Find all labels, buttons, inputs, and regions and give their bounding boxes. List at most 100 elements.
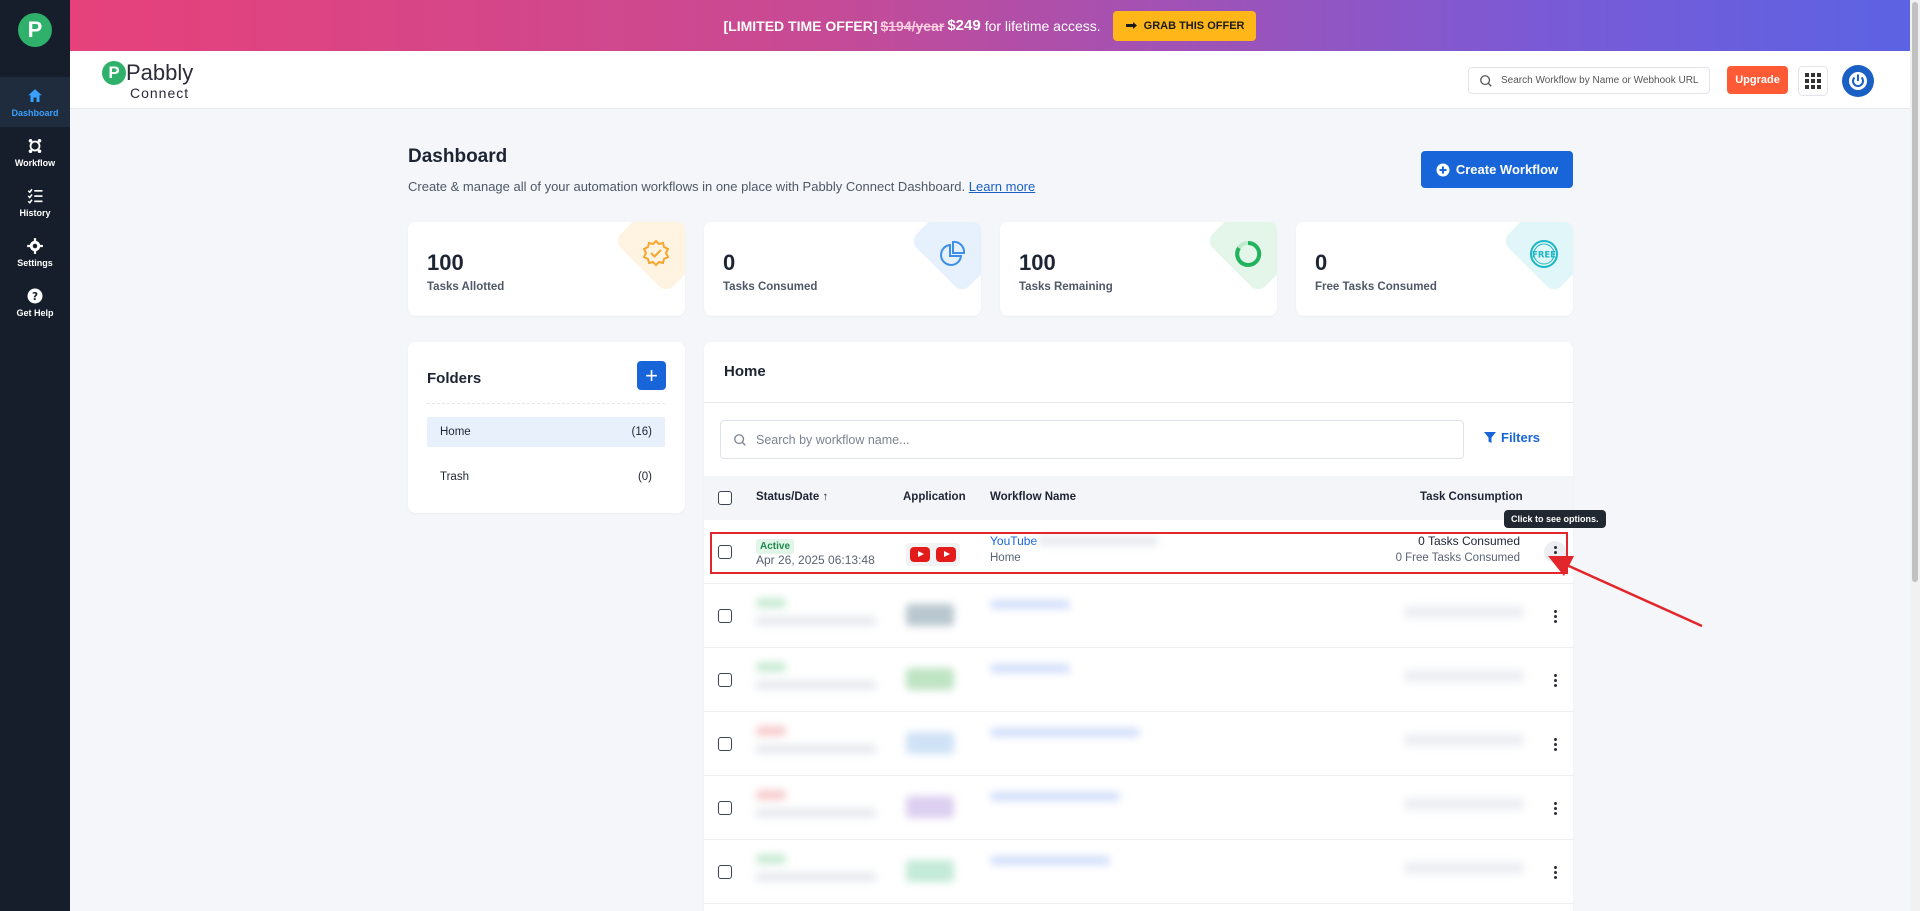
sidebar-item-label: Get Help: [16, 307, 54, 318]
row-highlight-box: [710, 532, 1568, 574]
more-options-icon[interactable]: [1544, 861, 1566, 883]
sidebar-item-history[interactable]: History: [0, 177, 70, 227]
options-tooltip: Click to see options.: [1504, 510, 1606, 528]
filters-button[interactable]: Filters: [1484, 430, 1540, 445]
grid-icon: [1805, 73, 1821, 89]
left-sidebar: P Dashboard Workflow History Settings ? …: [0, 0, 70, 911]
gear-icon: [27, 237, 43, 254]
sidebar-item-label: Settings: [17, 257, 53, 268]
workflow-search-input[interactable]: [756, 432, 1436, 447]
folders-title: Folders: [427, 370, 482, 387]
folder-item-trash[interactable]: Trash (0): [427, 462, 665, 492]
redacted-apps: [906, 860, 954, 882]
redacted-tasks: [1404, 862, 1524, 874]
filter-icon: [1484, 431, 1496, 443]
row-checkbox[interactable]: [718, 673, 732, 687]
page-scrollbar[interactable]: [1910, 0, 1920, 911]
row-checkbox[interactable]: [718, 865, 732, 879]
redacted-apps: [906, 604, 954, 626]
redacted-name: [990, 856, 1110, 865]
column-status-date[interactable]: Status/Date ↑: [756, 491, 828, 503]
sidebar-item-get-help[interactable]: ? Get Help: [0, 277, 70, 327]
promo-suffix: for lifetime access.: [984, 17, 1101, 34]
sidebar-item-settings[interactable]: Settings: [0, 227, 70, 277]
promo-banner: [LIMITED TIME OFFER] $194/year $249 for …: [70, 0, 1910, 51]
folder-count: (0): [637, 471, 652, 483]
table-row[interactable]: [704, 712, 1573, 776]
stat-value: 100: [1019, 250, 1056, 275]
sidebar-nav: Dashboard Workflow History Settings ? Ge…: [0, 77, 70, 327]
redacted-apps: [906, 796, 954, 818]
redacted-status: [756, 598, 786, 608]
header-search[interactable]: [1468, 67, 1710, 94]
column-application: Application: [903, 491, 966, 503]
page-subtitle-text: Create & manage all of your automation w…: [408, 179, 966, 194]
more-options-icon[interactable]: [1544, 669, 1566, 691]
stat-card-free-tasks-consumed: FREE 0 Free Tasks Consumed: [1296, 222, 1573, 316]
stat-card-tasks-allotted: 100 Tasks Allotted: [408, 222, 685, 316]
sidebar-item-label: History: [19, 207, 51, 218]
redacted-status: [756, 662, 786, 672]
workflow-icon: [28, 138, 42, 153]
top-header: P Pabbly Connect Upgrade: [70, 51, 1910, 109]
table-row[interactable]: [704, 840, 1573, 904]
redacted-status: [756, 790, 786, 800]
page-subtitle: Create & manage all of your automation w…: [408, 179, 1035, 194]
column-task-consumption: Task Consumption: [1420, 491, 1523, 503]
more-options-icon[interactable]: [1544, 797, 1566, 819]
add-folder-button[interactable]: +: [637, 361, 666, 390]
sidebar-item-dashboard[interactable]: Dashboard: [0, 77, 70, 127]
stat-value: 100: [427, 250, 464, 275]
power-icon: [1849, 72, 1867, 90]
apps-grid-button[interactable]: [1798, 66, 1828, 96]
stat-card-tasks-remaining: 100 Tasks Remaining: [1000, 222, 1277, 316]
page-title: Dashboard: [408, 146, 508, 167]
sidebar-item-workflow[interactable]: Workflow: [0, 127, 70, 177]
upgrade-button[interactable]: Upgrade: [1727, 66, 1788, 94]
workflow-search[interactable]: [720, 420, 1464, 459]
redacted-tasks: [1404, 734, 1524, 746]
redacted-tasks: [1404, 670, 1524, 682]
grab-offer-label: GRAB THIS OFFER: [1143, 19, 1245, 32]
folder-count: (16): [631, 426, 652, 438]
user-avatar[interactable]: [1842, 65, 1874, 97]
table-row[interactable]: [704, 648, 1573, 712]
stat-label: Free Tasks Consumed: [1315, 281, 1437, 293]
column-label: Status/Date: [756, 491, 820, 503]
redacted-date: [756, 744, 876, 754]
ring-progress-icon: [1235, 240, 1262, 267]
scrollbar-thumb[interactable]: [1912, 2, 1918, 582]
header-search-input[interactable]: [1501, 75, 1701, 86]
row-checkbox[interactable]: [718, 737, 732, 751]
stat-value: 0: [1315, 250, 1328, 275]
more-options-icon[interactable]: [1544, 733, 1566, 755]
stat-label: Tasks Consumed: [723, 281, 818, 293]
filters-label: Filters: [1501, 430, 1541, 445]
redacted-name: [990, 600, 1070, 609]
folder-item-home[interactable]: Home (16): [427, 417, 665, 447]
column-workflow-name: Workflow Name: [990, 491, 1077, 503]
free-badge-icon: FREE: [1530, 240, 1558, 268]
learn-more-link[interactable]: Learn more: [969, 179, 1035, 194]
pabbly-logo[interactable]: P: [18, 13, 52, 47]
grab-offer-button[interactable]: GRAB THIS OFFER: [1112, 10, 1257, 41]
plus-circle-icon: [1436, 163, 1450, 176]
folder-name: Home: [440, 426, 471, 438]
redacted-date: [756, 872, 876, 882]
promo-prefix: [LIMITED TIME OFFER]: [723, 17, 878, 34]
redacted-status: [756, 726, 786, 736]
sort-arrow-up-icon: ↑: [822, 491, 829, 503]
badge-check-icon: [642, 239, 670, 267]
table-row[interactable]: [704, 584, 1573, 648]
select-all-checkbox[interactable]: [718, 491, 732, 505]
table-row[interactable]: [704, 776, 1573, 840]
redacted-date: [756, 808, 876, 818]
row-checkbox[interactable]: [718, 801, 732, 815]
redacted-apps: [906, 668, 954, 690]
folder-name: Trash: [440, 471, 469, 483]
table-header: Status/Date ↑ Application Workflow Name …: [704, 476, 1573, 520]
redacted-tasks: [1404, 606, 1524, 618]
row-checkbox[interactable]: [718, 609, 732, 623]
search-icon: [1480, 74, 1492, 87]
create-workflow-button[interactable]: Create Workflow: [1421, 151, 1573, 188]
